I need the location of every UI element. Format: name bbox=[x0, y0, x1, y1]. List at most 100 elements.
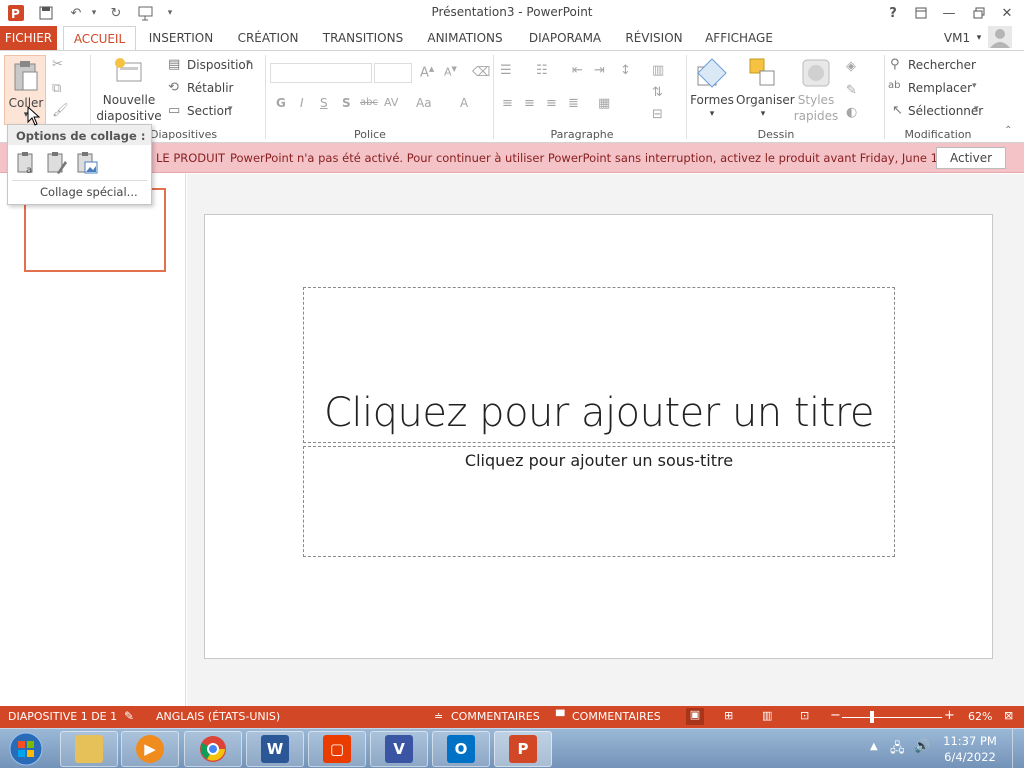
taskbar-powerpoint[interactable]: P bbox=[494, 731, 552, 767]
grow-font-icon[interactable]: A▲ bbox=[420, 65, 434, 80]
show-desktop-button[interactable] bbox=[1012, 729, 1024, 769]
font-size-combo[interactable] bbox=[374, 63, 412, 83]
tab-file[interactable]: FICHIER bbox=[0, 26, 57, 50]
numbering-icon[interactable]: ☷ bbox=[536, 63, 548, 78]
align-center-icon[interactable]: ≡ bbox=[524, 96, 535, 111]
paste-special-item[interactable]: Collage spécial... bbox=[40, 185, 138, 199]
language-indicator[interactable]: ANGLAIS (ÉTATS-UNIS) bbox=[156, 710, 280, 723]
zoom-slider-thumb[interactable] bbox=[870, 711, 874, 723]
avatar[interactable] bbox=[988, 26, 1012, 48]
shrink-font-icon[interactable]: A▼ bbox=[444, 65, 457, 79]
slide-sorter-icon[interactable]: ⊞ bbox=[724, 709, 733, 722]
increase-indent-icon[interactable]: ⇥ bbox=[594, 63, 605, 78]
change-case-button[interactable]: Aa bbox=[416, 96, 432, 110]
layout-dropdown-icon[interactable]: ▾ bbox=[246, 58, 251, 68]
notes-button[interactable]: COMMENTAIRES bbox=[451, 710, 540, 723]
new-slide-button[interactable]: Nouvelle diapositive bbox=[96, 55, 162, 125]
font-color-button[interactable]: A bbox=[460, 96, 468, 110]
decrease-indent-icon[interactable]: ⇤ bbox=[572, 63, 583, 78]
tab-home[interactable]: ACCUEIL bbox=[63, 26, 136, 51]
slideshow-view-icon[interactable]: ⊡ bbox=[800, 709, 809, 722]
section-dropdown-icon[interactable]: ▾ bbox=[228, 104, 233, 114]
section-button[interactable]: Section bbox=[187, 104, 232, 118]
taskbar-office[interactable]: ▢ bbox=[308, 731, 366, 767]
replace-dropdown-icon[interactable]: ▾ bbox=[972, 81, 977, 91]
char-spacing-button[interactable]: AV bbox=[384, 96, 398, 109]
layout-button[interactable]: Disposition bbox=[187, 58, 253, 72]
reading-view-icon[interactable]: ▥ bbox=[762, 709, 772, 722]
zoom-level[interactable]: 62% bbox=[968, 710, 992, 723]
arrange-button[interactable]: Organiser ▾ bbox=[736, 55, 795, 125]
volume-icon[interactable]: 🔊 bbox=[914, 739, 930, 754]
align-right-icon[interactable]: ≡ bbox=[546, 96, 557, 111]
tab-design[interactable]: CRÉATION bbox=[232, 26, 304, 50]
format-painter-icon[interactable]: 🖌 bbox=[52, 103, 69, 118]
paste-picture-icon[interactable] bbox=[74, 151, 100, 177]
comments-icon[interactable]: ▀ bbox=[556, 710, 564, 723]
align-left-icon[interactable]: ≡ bbox=[502, 96, 513, 111]
font-name-combo[interactable] bbox=[270, 63, 372, 83]
strikethrough-button[interactable]: abc bbox=[360, 97, 378, 108]
taskbar-chrome[interactable] bbox=[184, 731, 242, 767]
shapes-button[interactable]: Formes ▾ bbox=[690, 55, 734, 125]
columns-icon[interactable]: ▥ bbox=[652, 63, 664, 78]
line-spacing-icon[interactable]: ↕ bbox=[620, 63, 631, 78]
taskbar-media-player[interactable]: ▶ bbox=[121, 731, 179, 767]
select-button[interactable]: Sélectionner bbox=[908, 104, 983, 118]
show-hidden-icons[interactable]: ▲ bbox=[870, 741, 878, 752]
justify-icon[interactable]: ≣ bbox=[568, 96, 579, 111]
collapse-ribbon-icon[interactable]: ⌃ bbox=[1004, 125, 1012, 136]
close-button[interactable]: ✕ bbox=[994, 2, 1020, 24]
find-button[interactable]: Rechercher bbox=[908, 58, 976, 72]
replace-button[interactable]: Remplacer bbox=[908, 81, 972, 95]
subtitle-placeholder[interactable]: Cliquez pour ajouter un sous-titre bbox=[303, 446, 895, 557]
copy-icon[interactable]: ⧉ bbox=[52, 81, 61, 96]
shape-effects-icon[interactable]: ◐ bbox=[846, 105, 857, 120]
normal-view-icon[interactable]: ▣ bbox=[686, 708, 704, 725]
align-text-icon[interactable]: ⊟ bbox=[652, 107, 663, 122]
zoom-out-icon[interactable]: − bbox=[830, 708, 841, 723]
use-destination-theme-icon[interactable]: a bbox=[14, 151, 40, 177]
zoom-slider[interactable] bbox=[842, 717, 942, 718]
fit-slide-icon[interactable]: ⊠ bbox=[1004, 709, 1013, 722]
help-button[interactable]: ? bbox=[880, 2, 906, 24]
taskbar-outlook[interactable]: O bbox=[432, 731, 490, 767]
shadow-button[interactable]: S bbox=[342, 96, 351, 110]
network-icon[interactable]: 🖧 bbox=[890, 739, 905, 761]
ribbon-display-options-icon[interactable] bbox=[908, 2, 934, 24]
bold-button[interactable]: G bbox=[276, 96, 286, 110]
keep-source-formatting-icon[interactable] bbox=[44, 151, 70, 177]
taskbar-word[interactable]: W bbox=[246, 731, 304, 767]
tab-insert[interactable]: INSERTION bbox=[146, 26, 216, 50]
tab-review[interactable]: RÉVISION bbox=[622, 26, 686, 50]
text-direction-icon[interactable]: ⇅ bbox=[652, 85, 663, 100]
bullets-icon[interactable]: ☰ bbox=[500, 63, 512, 78]
user-name[interactable]: VM1 bbox=[940, 26, 974, 50]
clear-formatting-icon[interactable]: ⌫ bbox=[472, 65, 490, 80]
tab-transitions[interactable]: TRANSITIONS bbox=[318, 26, 408, 50]
tab-slideshow[interactable]: DIAPORAMA bbox=[524, 26, 606, 50]
tab-view[interactable]: AFFICHAGE bbox=[700, 26, 778, 50]
reset-button[interactable]: Rétablir bbox=[187, 81, 233, 95]
comments-button[interactable]: COMMENTAIRES bbox=[572, 710, 661, 723]
activate-button[interactable]: Activer bbox=[936, 147, 1006, 169]
underline-button[interactable]: S bbox=[320, 96, 328, 110]
quick-styles-button[interactable]: Styles rapides bbox=[792, 55, 840, 125]
shapes-dropdown-icon[interactable]: ▾ bbox=[690, 109, 734, 119]
zoom-in-icon[interactable]: + bbox=[944, 708, 955, 723]
shape-outline-icon[interactable]: ✎ bbox=[846, 83, 857, 98]
user-dropdown-icon[interactable]: ▾ bbox=[974, 26, 984, 50]
cut-icon[interactable]: ✂ bbox=[52, 57, 63, 72]
start-button[interactable] bbox=[6, 731, 46, 767]
spelling-icon[interactable]: ✎ bbox=[124, 709, 134, 723]
taskbar-visio[interactable]: V bbox=[370, 731, 428, 767]
minimize-button[interactable]: — bbox=[936, 2, 962, 24]
text-columns-icon[interactable]: ▦ bbox=[598, 96, 610, 111]
shape-fill-icon[interactable]: ◈ bbox=[846, 59, 856, 74]
arrange-dropdown-icon[interactable]: ▾ bbox=[736, 109, 790, 119]
title-placeholder[interactable]: Cliquez pour ajouter un titre bbox=[303, 287, 895, 443]
notes-icon[interactable]: ≐ bbox=[434, 710, 443, 723]
tab-animations[interactable]: ANIMATIONS bbox=[420, 26, 510, 50]
italic-button[interactable]: I bbox=[300, 96, 304, 110]
system-clock[interactable]: 11:37 PM 6/4/2022 bbox=[938, 733, 1002, 765]
